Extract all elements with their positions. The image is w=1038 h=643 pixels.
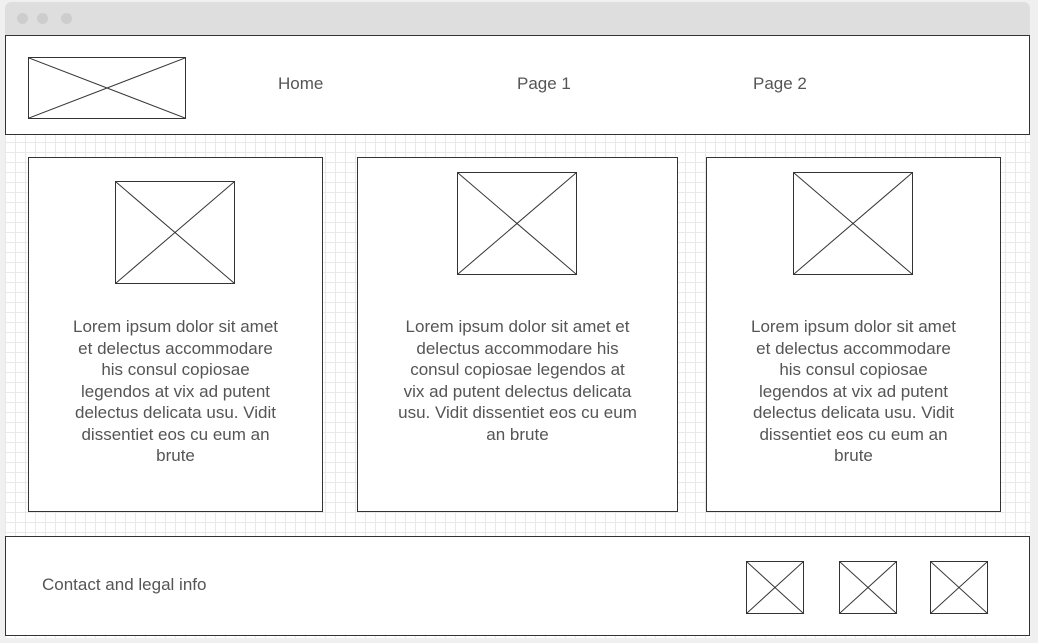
card-text: Lorem ipsum dolor sit amet et delectus a… (750, 317, 957, 465)
social-placeholder-icon[interactable] (839, 561, 897, 614)
nav-link-home[interactable]: Home (278, 74, 323, 94)
image-placeholder-icon (115, 181, 235, 284)
nav-link-page-2[interactable]: Page 2 (753, 74, 807, 94)
header-bar: Home Page 1 Page 2 (5, 35, 1030, 135)
logo-placeholder-icon[interactable] (28, 57, 186, 119)
content-card: Lorem ipsum dolor sit amet et delectus a… (357, 157, 678, 512)
image-placeholder-icon (457, 172, 577, 275)
social-placeholder-icon[interactable] (930, 561, 988, 614)
content-card: Lorem ipsum dolor sit amet et delectus a… (706, 157, 1001, 512)
window-close-dot[interactable] (17, 13, 28, 24)
content-card: Lorem ipsum dolor sit amet et delectus a… (28, 157, 323, 512)
window-minimize-dot[interactable] (37, 13, 48, 24)
window-maximize-dot[interactable] (61, 13, 72, 24)
nav-link-page-1[interactable]: Page 1 (517, 74, 571, 94)
footer-contact-text[interactable]: Contact and legal info (42, 575, 206, 595)
social-placeholder-icon[interactable] (746, 561, 804, 614)
footer-bar: Contact and legal info (5, 536, 1030, 636)
image-placeholder-icon (793, 172, 913, 275)
card-text: Lorem ipsum dolor sit amet et delectus a… (398, 317, 637, 444)
browser-window: Home Page 1 Page 2 Lorem ipsum dolor sit… (5, 2, 1030, 638)
window-titlebar (5, 2, 1030, 35)
card-text: Lorem ipsum dolor sit amet et delectus a… (72, 317, 279, 465)
